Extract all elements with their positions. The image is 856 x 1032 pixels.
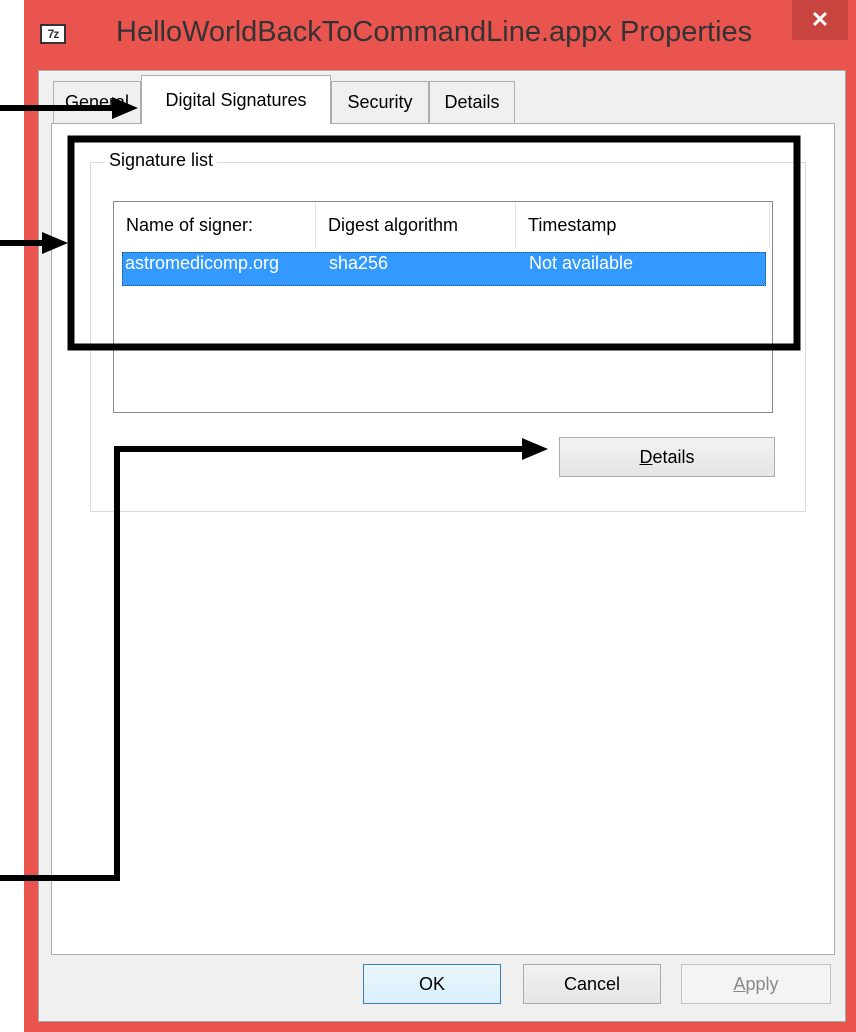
details-button[interactable]: Details xyxy=(559,437,775,477)
tab-details-label: Details xyxy=(444,92,500,112)
window-title: HelloWorldBackToCommandLine.appx Propert… xyxy=(116,16,753,48)
tab-details[interactable]: Details xyxy=(429,81,515,123)
cancel-button[interactable]: Cancel xyxy=(523,964,661,1004)
tab-general-label: General xyxy=(64,92,130,112)
signer-cell: astromedicomp.org xyxy=(125,253,280,273)
ok-button-label: OK xyxy=(418,973,445,994)
properties-window: 7z HelloWorldBackToCommandLine.appx Prop… xyxy=(24,0,856,1032)
dialog-client-area: General Digital Signatures Security Deta… xyxy=(38,70,846,1022)
details-button-label: Details xyxy=(639,446,695,467)
column-header-timestamp[interactable]: Timestamp xyxy=(516,202,770,248)
apply-button-label: Apply xyxy=(733,973,779,994)
column-header-signer[interactable]: Name of signer: xyxy=(114,202,316,248)
signature-list-label: Signature list xyxy=(105,150,218,171)
table-row[interactable]: astromedicomp.org sha256 Not available xyxy=(122,252,766,286)
close-icon: ✕ xyxy=(810,7,830,32)
ok-button[interactable]: OK xyxy=(363,964,501,1004)
close-button[interactable]: ✕ xyxy=(792,0,848,40)
digital-signatures-panel: Signature list Name of signer: Digest al… xyxy=(51,123,835,955)
tab-digital-signatures[interactable]: Digital Signatures xyxy=(141,75,331,124)
tab-digital-signatures-label: Digital Signatures xyxy=(165,89,307,110)
digest-cell: sha256 xyxy=(329,253,389,273)
timestamp-cell: Not available xyxy=(529,253,634,273)
cancel-button-label: Cancel xyxy=(563,973,621,994)
7zip-app-icon: 7z xyxy=(40,24,66,44)
tab-security[interactable]: Security xyxy=(331,81,429,123)
tab-security-label: Security xyxy=(347,92,413,112)
apply-button[interactable]: Apply xyxy=(681,964,831,1004)
listview-header: Name of signer: Digest algorithm Timesta… xyxy=(114,202,772,248)
signature-list-group: Signature list Name of signer: Digest al… xyxy=(90,150,806,512)
signature-listview[interactable]: Name of signer: Digest algorithm Timesta… xyxy=(113,201,773,413)
tab-general[interactable]: General xyxy=(53,81,141,123)
title-bar[interactable]: 7z HelloWorldBackToCommandLine.appx Prop… xyxy=(24,0,856,66)
column-header-digest[interactable]: Digest algorithm xyxy=(316,202,516,248)
